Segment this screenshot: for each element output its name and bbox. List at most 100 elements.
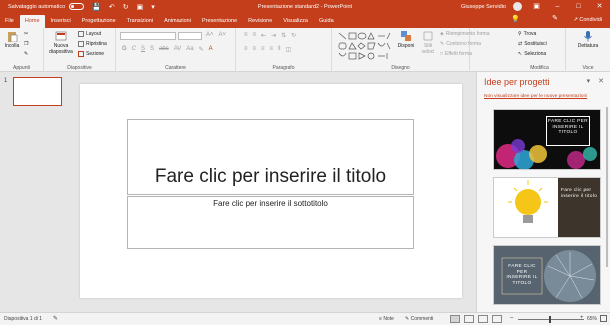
- new-slide-button[interactable]: Nuova diapositiva: [48, 30, 74, 55]
- shadow-icon[interactable]: S: [150, 46, 154, 53]
- zoom-in-icon[interactable]: +: [580, 315, 584, 321]
- smartart-icon[interactable]: ◫: [286, 46, 292, 53]
- highlight-icon[interactable]: ✎: [199, 46, 204, 53]
- tab-slideshow[interactable]: Presentazione: [197, 15, 242, 28]
- reading-view-button[interactable]: [478, 315, 488, 323]
- pane-options-icon[interactable]: ▾: [587, 77, 591, 85]
- customize-qat-icon[interactable]: ▾: [151, 3, 155, 11]
- dictate-button[interactable]: Dettatura: [574, 30, 602, 49]
- undo-icon[interactable]: ↶: [109, 3, 115, 11]
- find-button[interactable]: ⚲ Trova: [518, 31, 536, 37]
- avatar[interactable]: [513, 2, 522, 11]
- design-idea-card-1[interactable]: FARE CLIC PER INSERIRE IL TITOLO: [493, 109, 601, 170]
- replace-button[interactable]: ⇄ Sostituisci: [518, 41, 547, 47]
- align-left-icon[interactable]: ≡: [244, 46, 248, 53]
- comment-icon[interactable]: ✎: [552, 14, 558, 22]
- slide-sorter-button[interactable]: [464, 315, 474, 323]
- slide-thumbnail[interactable]: [13, 77, 62, 106]
- fit-to-window-icon[interactable]: [600, 315, 607, 322]
- slideshow-view-button[interactable]: [492, 315, 502, 323]
- zoom-slider[interactable]: [518, 319, 584, 320]
- tab-transitions[interactable]: Transizioni: [122, 15, 158, 28]
- ribbon-display-options-icon[interactable]: ▣: [526, 0, 547, 13]
- ideas-scrollbar[interactable]: [605, 102, 609, 307]
- zoom-level[interactable]: 65%: [587, 316, 597, 322]
- tab-insert[interactable]: Inserisci: [46, 15, 76, 28]
- scrollbar-thumb[interactable]: [606, 107, 608, 267]
- decrease-font-icon[interactable]: A˅: [219, 32, 227, 38]
- paste-button[interactable]: Incolla: [2, 30, 22, 49]
- replace-label: Sostituisci: [524, 41, 547, 47]
- maximize-icon[interactable]: □: [568, 0, 589, 13]
- search-icon: ⚲: [518, 31, 522, 37]
- font-color-icon[interactable]: A: [209, 46, 213, 53]
- shape-outline-button[interactable]: ✎ Contorno forma: [440, 41, 481, 47]
- font-size-dropdown[interactable]: [178, 32, 202, 40]
- line-spacing-icon[interactable]: ⇅: [281, 32, 286, 39]
- shapes-gallery[interactable]: [338, 31, 392, 61]
- user-name[interactable]: Giuseppe Servidio: [461, 4, 506, 10]
- quick-styles-button[interactable]: Stili veloci: [418, 30, 438, 55]
- char-spacing-icon[interactable]: AV: [174, 46, 182, 53]
- arrange-label: Disponi: [397, 43, 415, 49]
- zoom-out-icon[interactable]: –: [510, 315, 513, 321]
- cut-icon[interactable]: ✂: [24, 31, 28, 37]
- design-idea-card-2[interactable]: Fare clic per inserire il titolo: [493, 177, 601, 238]
- justify-icon[interactable]: ≡: [270, 46, 274, 53]
- copy-icon[interactable]: ❐: [24, 41, 28, 47]
- font-family-dropdown[interactable]: [120, 32, 176, 40]
- select-button[interactable]: ↖ Seleziona: [518, 51, 546, 57]
- save-icon[interactable]: 💾: [92, 3, 101, 11]
- numbering-icon[interactable]: ≡: [253, 32, 257, 39]
- change-case-icon[interactable]: Aa: [186, 46, 193, 53]
- drawing-group-label: Disegno: [391, 65, 410, 71]
- design-idea-card-3[interactable]: FARE CLIC PER INSERIRE IL TITOLO: [493, 245, 601, 305]
- bold-icon[interactable]: G: [122, 46, 127, 53]
- close-icon[interactable]: ✕: [589, 0, 610, 13]
- share-label: Condividi: [579, 17, 602, 23]
- subtitle-placeholder[interactable]: Fare clic per inserire il sottotitolo: [127, 196, 414, 249]
- bullets-icon[interactable]: ≡: [244, 32, 248, 39]
- tab-animations[interactable]: Animazioni: [159, 15, 196, 28]
- zoom-slider-knob[interactable]: [549, 316, 551, 323]
- reset-button[interactable]: Ripristina: [78, 41, 107, 47]
- slide-canvas[interactable]: Fare clic per inserire il titolo Fare cl…: [80, 84, 462, 298]
- normal-view-button[interactable]: [450, 315, 460, 323]
- share-button[interactable]: ↗ Condividi: [573, 13, 602, 27]
- pane-close-icon[interactable]: ✕: [598, 77, 604, 85]
- minimize-icon[interactable]: –: [547, 0, 568, 13]
- increase-indent-icon[interactable]: ⇥: [271, 32, 276, 39]
- redo-icon[interactable]: ↻: [123, 3, 129, 11]
- shape-effects-button[interactable]: □ Effetti forma: [440, 51, 472, 57]
- tab-help[interactable]: Guida: [314, 15, 339, 28]
- spellcheck-icon[interactable]: ✎: [53, 315, 58, 322]
- underline-icon[interactable]: S: [141, 46, 145, 53]
- align-center-icon[interactable]: ≡: [253, 46, 257, 53]
- comments-button[interactable]: ✎ Commenti: [405, 316, 433, 322]
- tab-design[interactable]: Progettazione: [77, 15, 121, 28]
- shape-outline-label: Contorno forma: [446, 41, 481, 47]
- align-right-icon[interactable]: ≡: [261, 46, 265, 53]
- tab-file[interactable]: File: [0, 15, 19, 28]
- paint-bucket-icon: ◈: [440, 31, 444, 37]
- title-placeholder[interactable]: Fare clic per inserire il titolo: [127, 119, 414, 195]
- tab-view[interactable]: Visualizza: [278, 15, 313, 28]
- italic-icon[interactable]: C: [132, 46, 136, 53]
- format-painter-icon[interactable]: ✎: [24, 51, 28, 57]
- section-button[interactable]: Sezione: [78, 51, 104, 57]
- dismiss-ideas-link[interactable]: Non visualizzare idee per le nuove prese…: [484, 94, 587, 99]
- tab-home[interactable]: Home: [19, 15, 45, 28]
- decrease-indent-icon[interactable]: ⇤: [261, 32, 266, 39]
- notes-button[interactable]: ≡ Note: [379, 316, 394, 322]
- arrange-button[interactable]: Disponi: [396, 30, 416, 49]
- autosave-toggle[interactable]: [69, 3, 85, 10]
- lightbulb-icon[interactable]: 💡: [511, 15, 520, 23]
- start-slideshow-icon[interactable]: ▣: [137, 3, 144, 11]
- tab-review[interactable]: Revisione: [243, 15, 277, 28]
- columns-icon[interactable]: ‖: [278, 46, 280, 53]
- strikethrough-icon[interactable]: abc: [159, 46, 169, 53]
- text-direction-icon[interactable]: ↻: [291, 32, 296, 39]
- increase-font-icon[interactable]: A˄: [206, 32, 214, 38]
- layout-button[interactable]: Layout: [78, 31, 101, 37]
- shape-fill-button[interactable]: ◈ Riempimento forma: [440, 31, 490, 37]
